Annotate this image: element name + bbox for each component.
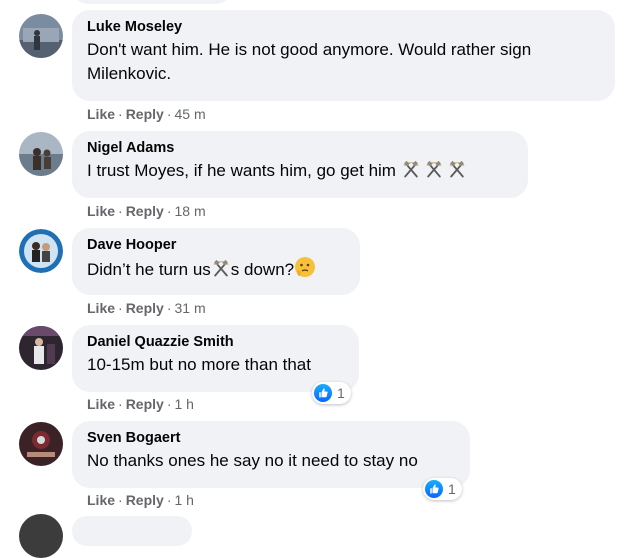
reaction-count-badge[interactable]: 1	[312, 382, 351, 404]
comment-timestamp[interactable]: 1 h	[174, 492, 193, 508]
comment-bubble: Nigel Adams I trust Moyes, if he wants h…	[72, 131, 528, 198]
avatar[interactable]	[19, 132, 63, 176]
like-button[interactable]: Like	[87, 396, 115, 412]
reply-button[interactable]: Reply	[126, 203, 164, 219]
reaction-count: 1	[337, 385, 345, 401]
separator: ·	[118, 300, 123, 316]
like-button[interactable]: Like	[87, 106, 115, 122]
hammers-icon	[424, 159, 444, 179]
separator: ·	[166, 492, 172, 508]
comment-bubble: Dave Hooper Didn’t he turn us s down?	[72, 228, 360, 295]
avatar[interactable]	[19, 326, 63, 370]
like-icon	[425, 480, 443, 498]
thinking-face-icon	[295, 257, 316, 277]
comment-actions: Like · Reply · 1 h	[87, 491, 194, 509]
comment-text-start: Didn’t he turn us	[87, 260, 211, 279]
memorial-photo-icon	[19, 422, 63, 466]
reply-button[interactable]: Reply	[126, 396, 164, 412]
separator: ·	[118, 492, 123, 508]
separator: ·	[166, 396, 172, 412]
comment-actions: Like · Reply · 31 m	[87, 299, 206, 317]
separator: ·	[166, 106, 172, 122]
like-button[interactable]: Like	[87, 203, 115, 219]
comment-author[interactable]: Luke Moseley	[87, 18, 603, 36]
comment-actions: Like · Reply · 45 m	[87, 105, 206, 123]
reply-button[interactable]: Reply	[126, 492, 164, 508]
comment-author[interactable]: Nigel Adams	[87, 139, 516, 157]
reaction-count-badge[interactable]: 1	[423, 478, 462, 500]
comment-text-row: I trust Moyes, if he wants him, go get h…	[87, 159, 516, 183]
comment-text-row: Didn’t he turn us s down?	[87, 256, 348, 282]
comment-author[interactable]: Daniel Quazzie Smith	[87, 333, 347, 351]
comment-text: I trust Moyes, if he wants him, go get h…	[87, 161, 396, 180]
separator: ·	[166, 300, 172, 316]
beach-photo-icon	[19, 132, 63, 176]
reaction-count: 1	[448, 481, 456, 497]
comment-author[interactable]: Dave Hooper	[87, 236, 348, 254]
avatar[interactable]	[19, 422, 63, 466]
like-button[interactable]: Like	[87, 492, 115, 508]
comment-text-end: s down?	[230, 260, 295, 279]
couple-photo-icon	[19, 229, 63, 273]
comment-text: No thanks ones he say no it need to stay…	[87, 451, 418, 470]
comment-timestamp[interactable]: 31 m	[174, 300, 205, 316]
comment-timestamp[interactable]: 1 h	[174, 396, 193, 412]
hammers-icon	[447, 159, 467, 179]
like-icon	[314, 384, 332, 402]
comment-timestamp[interactable]: 18 m	[174, 203, 205, 219]
hammers-icon	[211, 258, 231, 278]
avatar[interactable]	[19, 14, 63, 58]
separator: ·	[118, 106, 123, 122]
comment-bubble: Luke Moseley Don't want him. He is not g…	[72, 10, 615, 101]
previous-comment-bubble-fragment	[72, 0, 232, 4]
avatar[interactable]	[19, 229, 63, 273]
reply-button[interactable]: Reply	[126, 106, 164, 122]
comment-text: 10-15m but no more than that	[87, 355, 311, 374]
comment-actions: Like · Reply · 1 h	[87, 395, 194, 413]
night-photo-icon	[19, 326, 63, 370]
comment-bubble: Sven Bogaert No thanks ones he say no it…	[72, 421, 470, 488]
separator: ·	[118, 203, 123, 219]
comment-timestamp[interactable]: 45 m	[174, 106, 205, 122]
separator: ·	[118, 396, 123, 412]
comment-actions: Like · Reply · 18 m	[87, 202, 206, 220]
comment-author[interactable]: Sven Bogaert	[87, 429, 458, 447]
comment-text: Don't want him. He is not good anymore. …	[87, 40, 532, 83]
comment-bubble: Daniel Quazzie Smith 10-15m but no more …	[72, 325, 359, 392]
reply-button[interactable]: Reply	[126, 300, 164, 316]
hammers-icon	[401, 159, 421, 179]
separator: ·	[166, 203, 172, 219]
stadium-photo-icon	[19, 14, 63, 58]
like-button[interactable]: Like	[87, 300, 115, 316]
